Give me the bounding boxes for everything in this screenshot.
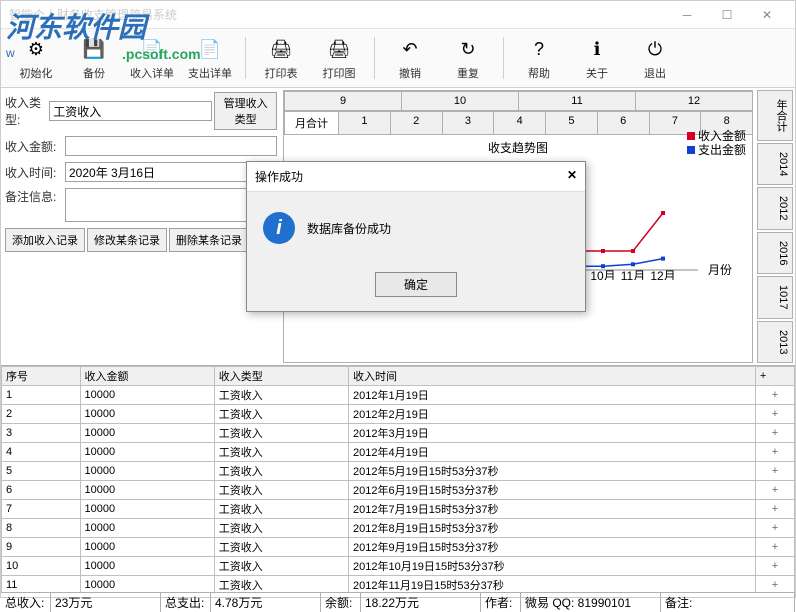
records-table-wrap[interactable]: 序号收入金额收入类型收入时间+ 110000工资收入2012年1月19日+210… — [1, 365, 795, 592]
col-收入类型[interactable]: 收入类型 — [214, 367, 348, 386]
col-序号[interactable]: 序号 — [2, 367, 81, 386]
table-row[interactable]: 910000工资收入2012年9月19日15时53分37秒+ — [2, 538, 795, 557]
svg-text:11月: 11月 — [621, 269, 645, 280]
year-tab-2012[interactable]: 2012 — [757, 187, 793, 229]
chart-tab-12[interactable]: 12 — [635, 91, 753, 110]
chart-tab-10[interactable]: 10 — [401, 91, 519, 110]
chart-tab-4[interactable]: 4 — [493, 111, 546, 134]
toolbar-icon: 📄 — [138, 35, 166, 63]
year-tab-2016[interactable]: 2016 — [757, 232, 793, 274]
svg-text:10月: 10月 — [590, 269, 615, 280]
chart-tab-9[interactable]: 9 — [284, 91, 402, 110]
title-bar: 智能个人财务收支管理简易系统 ─ ☐ ✕ — [1, 1, 795, 29]
table-row[interactable]: 410000工资收入2012年4月19日+ — [2, 443, 795, 462]
dialog-message: 数据库备份成功 — [307, 220, 391, 237]
table-row[interactable]: 110000工资收入2012年1月19日+ — [2, 386, 795, 405]
info-icon: i — [263, 212, 295, 244]
minimize-button[interactable]: ─ — [667, 2, 707, 28]
records-table: 序号收入金额收入类型收入时间+ 110000工资收入2012年1月19日+210… — [1, 366, 795, 592]
toolbar-关于[interactable]: ℹ关于 — [570, 33, 624, 83]
dialog-close-icon[interactable]: ✕ — [567, 168, 577, 185]
toolbar-退出[interactable]: ⏻退出 — [628, 33, 682, 83]
toolbar-收入详单[interactable]: 📄收入详单 — [125, 33, 179, 83]
note-label: 备注信息: — [5, 188, 65, 205]
income-time-label: 收入时间: — [5, 164, 65, 181]
chart-tab-1[interactable]: 1 — [338, 111, 391, 134]
col-+[interactable]: + — [755, 367, 794, 386]
toolbar-重复[interactable]: ↻重复 — [441, 33, 495, 83]
toolbar-icon: 🖨 — [267, 35, 295, 63]
income-type-label: 收入类型: — [5, 94, 49, 128]
table-row[interactable]: 1110000工资收入2012年11月19日15时53分37秒+ — [2, 576, 795, 592]
col-收入金额[interactable]: 收入金额 — [80, 367, 214, 386]
chart-tab-2[interactable]: 2 — [390, 111, 443, 134]
chart-tab-月合计[interactable]: 月合计 — [284, 111, 339, 134]
toolbar-icon: ? — [525, 35, 553, 63]
toolbar-icon: ⚙ — [22, 35, 50, 63]
chart-legend: 收入金额 支出金额 — [687, 129, 746, 157]
table-row[interactable]: 210000工资收入2012年2月19日+ — [2, 405, 795, 424]
income-time-input[interactable] — [66, 163, 260, 181]
toolbar-icon: ↶ — [396, 35, 424, 63]
manage-type-button[interactable]: 管理收入类型 — [214, 92, 277, 130]
toolbar-帮助[interactable]: ?帮助 — [512, 33, 566, 83]
chart-tab-5[interactable]: 5 — [545, 111, 598, 134]
dialog-ok-button[interactable]: 确定 — [375, 272, 457, 297]
toolbar-icon: 📄 — [196, 35, 224, 63]
chart-title: 收支趋势图 — [284, 135, 752, 160]
table-row[interactable]: 710000工资收入2012年7月19日15时53分37秒+ — [2, 500, 795, 519]
chart-tab-6[interactable]: 6 — [597, 111, 650, 134]
toolbar-icon: ℹ — [583, 35, 611, 63]
chart-tab-3[interactable]: 3 — [442, 111, 495, 134]
year-tab-年合计[interactable]: 年合计 — [757, 90, 793, 141]
svg-text:月份: 月份 — [708, 263, 732, 277]
table-row[interactable]: 810000工资收入2012年8月19日15时53分37秒+ — [2, 519, 795, 538]
table-row[interactable]: 310000工资收入2012年3月19日+ — [2, 424, 795, 443]
maximize-button[interactable]: ☐ — [707, 2, 747, 28]
dialog-title: 操作成功 — [255, 168, 303, 185]
input-form-panel: 收入类型: 管理收入类型 收入金额: 收入时间: ▾ 备注信息: — [1, 88, 281, 365]
year-tab-2013[interactable]: 2013 — [757, 321, 793, 363]
window-title: 智能个人财务收支管理简易系统 — [9, 6, 667, 23]
table-row[interactable]: 610000工资收入2012年6月19日15时53分37秒+ — [2, 481, 795, 500]
col-收入时间[interactable]: 收入时间 — [348, 367, 755, 386]
action-添加收入记录[interactable]: 添加收入记录 — [5, 228, 85, 252]
close-button[interactable]: ✕ — [747, 2, 787, 28]
table-row[interactable]: 1010000工资收入2012年10月19日15时53分37秒+ — [2, 557, 795, 576]
toolbar-初始化[interactable]: ⚙初始化 — [9, 33, 63, 83]
income-type-input[interactable] — [49, 101, 212, 121]
toolbar-支出详单[interactable]: 📄支出详单 — [183, 33, 237, 83]
message-dialog: 操作成功 ✕ i 数据库备份成功 确定 — [246, 161, 586, 312]
action-修改某条记录[interactable]: 修改某条记录 — [87, 228, 167, 252]
year-tab-1017[interactable]: 1017 — [757, 276, 793, 318]
toolbar-icon: ↻ — [454, 35, 482, 63]
chart-tab-11[interactable]: 11 — [518, 91, 636, 110]
toolbar-备份[interactable]: 💾备份 — [67, 33, 121, 83]
income-amount-label: 收入金额: — [5, 138, 65, 155]
year-tab-2014[interactable]: 2014 — [757, 143, 793, 185]
income-amount-input[interactable] — [65, 136, 277, 156]
toolbar-icon: ⏻ — [641, 35, 669, 63]
toolbar-icon: 💾 — [80, 35, 108, 63]
table-row[interactable]: 510000工资收入2012年5月19日15时53分37秒+ — [2, 462, 795, 481]
toolbar-打印表[interactable]: 🖨打印表 — [254, 33, 308, 83]
action-删除某条记录[interactable]: 删除某条记录 — [169, 228, 249, 252]
status-bar: 总收入: 23万元 总支出: 4.78万元 余额: 18.22万元 作者: 微易… — [1, 592, 795, 612]
toolbar-icon: 🖨 — [325, 35, 353, 63]
svg-text:12月: 12月 — [650, 269, 675, 280]
toolbar-撤销[interactable]: ↶撤销 — [383, 33, 437, 83]
note-textarea[interactable] — [65, 188, 260, 222]
main-toolbar: ⚙初始化💾备份📄收入详单📄支出详单 🖨打印表🖨打印图 ↶撤销↻重复 ?帮助ℹ关于⏻退出 — [1, 29, 795, 88]
toolbar-打印图[interactable]: 🖨打印图 — [312, 33, 366, 83]
